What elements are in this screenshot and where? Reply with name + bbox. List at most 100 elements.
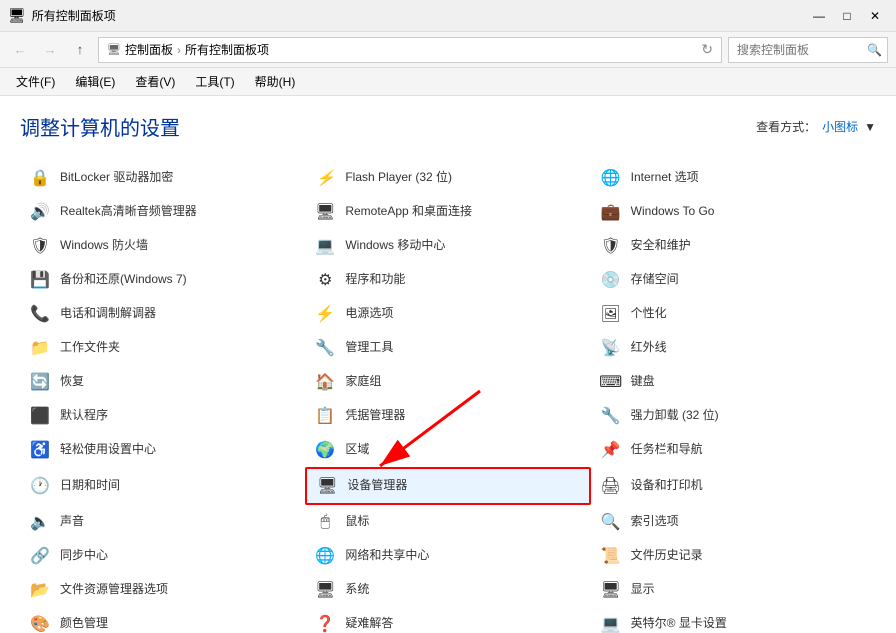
list-item[interactable]: 📂 文件资源管理器选项: [20, 573, 305, 607]
item-label: 文件资源管理器选项: [60, 582, 168, 598]
search-box[interactable]: 🔍: [728, 37, 888, 63]
minimize-button[interactable]: —: [806, 3, 832, 29]
power-icon: ⚡: [313, 302, 337, 326]
list-item[interactable]: 🔈 声音: [20, 505, 305, 539]
list-item[interactable]: 🕐 日期和时间: [20, 467, 305, 505]
menu-tools[interactable]: 工具(T): [187, 69, 242, 94]
list-item[interactable]: ⬛ 默认程序: [20, 399, 305, 433]
list-item[interactable]: 🌐 Internet 选项: [591, 161, 876, 195]
credential-icon: 📋: [313, 404, 337, 428]
flash-icon: ⚡: [313, 166, 337, 190]
troubleshoot-icon: ❓: [313, 612, 337, 633]
list-item[interactable]: 🔧 强力卸载 (32 位): [591, 399, 876, 433]
item-label: Flash Player (32 位): [345, 170, 452, 186]
list-item[interactable]: ⚙ 程序和功能: [305, 263, 590, 297]
mouse-icon: 🖱: [313, 510, 337, 534]
item-label: 电话和调制解调器: [60, 306, 156, 322]
keyboard-icon: ⌨: [599, 370, 623, 394]
item-label: 鼠标: [345, 514, 369, 530]
list-item[interactable]: 🖨 设备和打印机: [591, 467, 876, 505]
color-icon: 🎨: [28, 612, 52, 633]
list-item[interactable]: 🔄 恢复: [20, 365, 305, 399]
remoteapp-icon: 🖥: [313, 200, 337, 224]
personalize-icon: 🖼: [599, 302, 623, 326]
list-item[interactable]: 🖥 RemoteApp 和桌面连接: [305, 195, 590, 229]
item-label: 日期和时间: [60, 478, 120, 494]
item-label: 键盘: [631, 374, 655, 390]
filehistory-icon: 📜: [599, 544, 623, 568]
list-item[interactable]: 💿 存储空间: [591, 263, 876, 297]
list-item[interactable]: 📡 红外线: [591, 331, 876, 365]
list-item[interactable]: 🖼 个性化: [591, 297, 876, 331]
list-item[interactable]: 🖥 系统: [305, 573, 590, 607]
list-item[interactable]: 🔒 BitLocker 驱动器加密: [20, 161, 305, 195]
list-item[interactable]: 🔍 索引选项: [591, 505, 876, 539]
item-label: 文件历史记录: [631, 548, 703, 564]
list-item[interactable]: 🖱 鼠标: [305, 505, 590, 539]
list-item[interactable]: 💾 备份和还原(Windows 7): [20, 263, 305, 297]
security-icon: 🛡: [599, 234, 623, 258]
list-item[interactable]: 🔗 同步中心: [20, 539, 305, 573]
list-item[interactable]: 🛡 安全和维护: [591, 229, 876, 263]
ease-icon: ♿: [28, 438, 52, 462]
list-item[interactable]: 🌐 网络和共享中心: [305, 539, 590, 573]
list-item[interactable]: 🔊 Realtek高清晰音频管理器: [20, 195, 305, 229]
item-label: BitLocker 驱动器加密: [60, 170, 173, 186]
explorer-icon: 📂: [28, 578, 52, 602]
list-item[interactable]: 🖥 显示: [591, 573, 876, 607]
list-item[interactable]: ⚡ Flash Player (32 位): [305, 161, 590, 195]
item-label: 索引选项: [631, 514, 679, 530]
list-item[interactable]: 📁 工作文件夹: [20, 331, 305, 365]
list-item[interactable]: 💼 Windows To Go: [591, 195, 876, 229]
list-item[interactable]: 📌 任务栏和导航: [591, 433, 876, 467]
item-label: 颜色管理: [60, 616, 108, 632]
backup-icon: 💾: [28, 268, 52, 292]
list-item[interactable]: 📜 文件历史记录: [591, 539, 876, 573]
address-path[interactable]: 🖥 控制面板 › 所有控制面板项 ↻: [98, 37, 722, 63]
forward-button[interactable]: →: [38, 38, 62, 62]
list-item[interactable]: 🎨 颜色管理: [20, 607, 305, 633]
default-icon: ⬛: [28, 404, 52, 428]
item-label: 网络和共享中心: [345, 548, 429, 564]
menu-file[interactable]: 文件(F): [8, 69, 63, 94]
menu-help[interactable]: 帮助(H): [247, 69, 304, 94]
maximize-button[interactable]: □: [834, 3, 860, 29]
item-label: 系统: [345, 582, 369, 598]
back-button[interactable]: ←: [8, 38, 32, 62]
list-item[interactable]: 🛡 Windows 防火墙: [20, 229, 305, 263]
item-label: 轻松使用设置中心: [60, 442, 156, 458]
view-arrow: ▼: [864, 120, 876, 134]
list-item[interactable]: 💻 英特尔® 显卡设置: [591, 607, 876, 633]
list-item[interactable]: 📋 凭据管理器: [305, 399, 590, 433]
item-label: 任务栏和导航: [631, 442, 703, 458]
bitlocker-icon: 🔒: [28, 166, 52, 190]
close-button[interactable]: ✕: [862, 3, 888, 29]
list-item[interactable]: ⚡ 电源选项: [305, 297, 590, 331]
item-label: 电源选项: [345, 306, 393, 322]
display-icon: 🖥: [599, 578, 623, 602]
datetime-icon: 🕐: [28, 474, 52, 498]
list-item[interactable]: ⌨ 键盘: [591, 365, 876, 399]
list-item[interactable]: 🔧 管理工具: [305, 331, 590, 365]
item-label: 同步中心: [60, 548, 108, 564]
title-bar-controls: — □ ✕: [806, 3, 888, 29]
view-mode-link[interactable]: 小图标: [822, 118, 858, 135]
list-item[interactable]: 💻 Windows 移动中心: [305, 229, 590, 263]
list-item[interactable]: ♿ 轻松使用设置中心: [20, 433, 305, 467]
page-header: 调整计算机的设置 查看方式： 小图标 ▼: [20, 112, 876, 141]
view-label: 查看方式：: [756, 118, 816, 135]
search-input[interactable]: [737, 43, 867, 57]
list-item[interactable]: 📞 电话和调制解调器: [20, 297, 305, 331]
menu-edit[interactable]: 编辑(E): [67, 69, 123, 94]
up-button[interactable]: ↑: [68, 38, 92, 62]
list-item[interactable]: ❓ 疑难解答: [305, 607, 590, 633]
item-label: 工作文件夹: [60, 340, 120, 356]
device-manager-item[interactable]: 🖥 设备管理器: [305, 467, 590, 505]
item-label: 设备和打印机: [631, 478, 703, 494]
item-label: 恢复: [60, 374, 84, 390]
address-bar: ← → ↑ 🖥 控制面板 › 所有控制面板项 ↻ 🔍: [0, 32, 896, 68]
menu-view[interactable]: 查看(V): [127, 69, 183, 94]
list-item[interactable]: 🌍 区域: [305, 433, 590, 467]
item-label: 个性化: [631, 306, 667, 322]
list-item[interactable]: 🏠 家庭组: [305, 365, 590, 399]
